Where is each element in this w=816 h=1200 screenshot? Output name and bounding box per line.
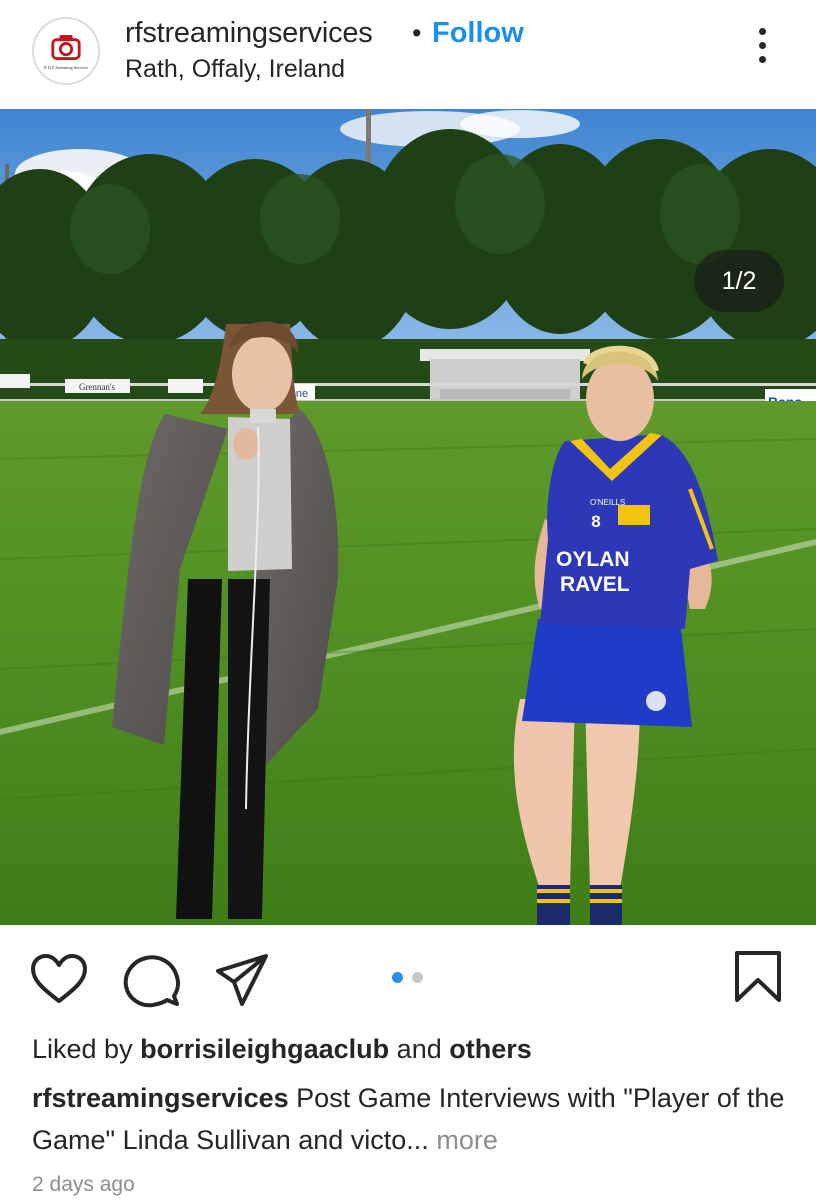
location-link[interactable]: Rath, Offaly, Ireland xyxy=(125,55,345,84)
comment-icon[interactable] xyxy=(122,952,180,1008)
share-icon[interactable] xyxy=(214,952,270,1008)
profile-avatar[interactable]: R D F Streaming Services xyxy=(32,17,100,85)
post-caption: rfstreamingservices Post Game Interviews… xyxy=(32,1077,792,1161)
liked-others-link[interactable]: others xyxy=(449,1034,532,1064)
bookmark-icon[interactable] xyxy=(734,950,782,1004)
carousel-indicator xyxy=(392,970,428,988)
jersey-sponsor-2: RAVEL xyxy=(560,573,630,596)
liked-user-link[interactable]: borrisileighgaaclub xyxy=(140,1034,389,1064)
carousel-dot-active xyxy=(392,972,403,983)
caption-username[interactable]: rfstreamingservices xyxy=(32,1083,289,1113)
follow-button[interactable]: Follow xyxy=(432,17,524,50)
heart-icon[interactable] xyxy=(30,953,88,1005)
separator-dot: • xyxy=(412,18,422,48)
caption-more-link[interactable]: more xyxy=(436,1125,498,1155)
avatar-caption: R D F Streaming Services xyxy=(44,65,88,70)
post-timestamp: 2 days ago xyxy=(32,1173,135,1196)
ad-board-left: Grennan's xyxy=(79,382,116,392)
jersey-sponsor-1: OYLAN xyxy=(556,548,630,571)
post-photo[interactable]: Grennan's ne Bana xyxy=(0,109,816,925)
media-counter: 1/2 xyxy=(694,250,784,312)
action-bar xyxy=(0,925,816,1025)
more-options-icon[interactable] xyxy=(748,28,776,74)
post-header: R D F Streaming Services rfstreamingserv… xyxy=(0,0,816,108)
camera-logo-icon: R D F Streaming Services xyxy=(34,19,98,83)
jersey-number: 8 xyxy=(591,512,600,531)
ad-board-middle: ne xyxy=(296,388,308,400)
jersey-brand: O'NEILLS xyxy=(590,498,625,507)
field-interview-image: Grennan's ne Bana xyxy=(0,109,816,925)
likes-summary: Liked by borrisileighgaaclub and others xyxy=(32,1034,532,1065)
carousel-dot xyxy=(412,972,424,983)
account-username[interactable]: rfstreamingservices xyxy=(125,17,373,50)
liked-prefix: Liked by xyxy=(32,1034,133,1064)
liked-and: and xyxy=(396,1034,442,1064)
